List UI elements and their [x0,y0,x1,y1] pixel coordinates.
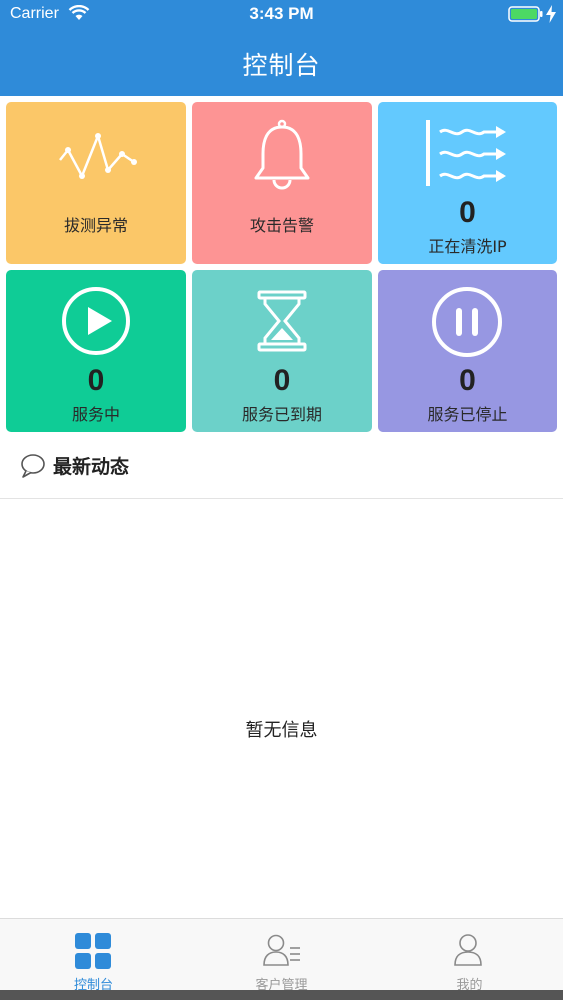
tile-count: 0 [273,364,291,397]
page-title: 控制台 [242,51,321,80]
tile-cleaning-ip[interactable]: 0 正在清洗IP [378,102,557,264]
section-title: 最新动态 [53,456,130,478]
tile-count: 0 [459,364,476,397]
pause-icon [432,287,502,357]
tile-label: 服务已停止 [427,405,508,424]
battery-icon [508,6,543,22]
tile-label: 服务中 [71,405,120,424]
home-indicator [0,990,563,1000]
tile-in-service[interactable]: 0 服务中 [6,270,186,432]
wave-chart-icon [59,133,137,179]
bell-icon [254,119,310,190]
tile-service-expired[interactable]: 0 服务已到期 [192,270,372,432]
tile-attack-alert[interactable]: 攻击告警 [192,102,372,264]
tab-mine[interactable]: 我的 [376,919,563,993]
header-bar: Carrier 3:43 PM 控制台 [0,0,563,96]
speech-bubble-icon [21,454,45,478]
news-section-header: 最新动态 [0,440,563,499]
tile-label: 攻击告警 [249,216,314,235]
tile-count: 0 [459,196,476,229]
charging-icon [546,5,556,23]
hourglass-icon [257,290,307,352]
customer-list-icon [263,934,300,966]
user-icon [454,934,482,966]
tab-bar: 控制台 客户管理 我的 [0,918,563,993]
status-bar: Carrier 3:43 PM [0,0,563,30]
tab-customer-management[interactable]: 客户管理 [188,919,375,993]
grid-icon [75,933,111,969]
tile-label: 服务已到期 [241,405,322,424]
clock: 3:43 PM [249,4,314,23]
tile-label: 正在清洗IP [428,237,507,256]
tab-dashboard[interactable]: 控制台 [0,919,187,993]
tile-label: 拔测异常 [63,216,128,235]
play-icon [62,287,130,355]
wind-flow-icon [426,120,506,186]
tile-count: 0 [87,364,105,397]
empty-state-message: 暂无信息 [245,720,318,741]
tile-service-stopped[interactable]: 0 服务已停止 [378,270,557,432]
tile-probe-anomaly[interactable]: 拔测异常 [6,102,186,264]
